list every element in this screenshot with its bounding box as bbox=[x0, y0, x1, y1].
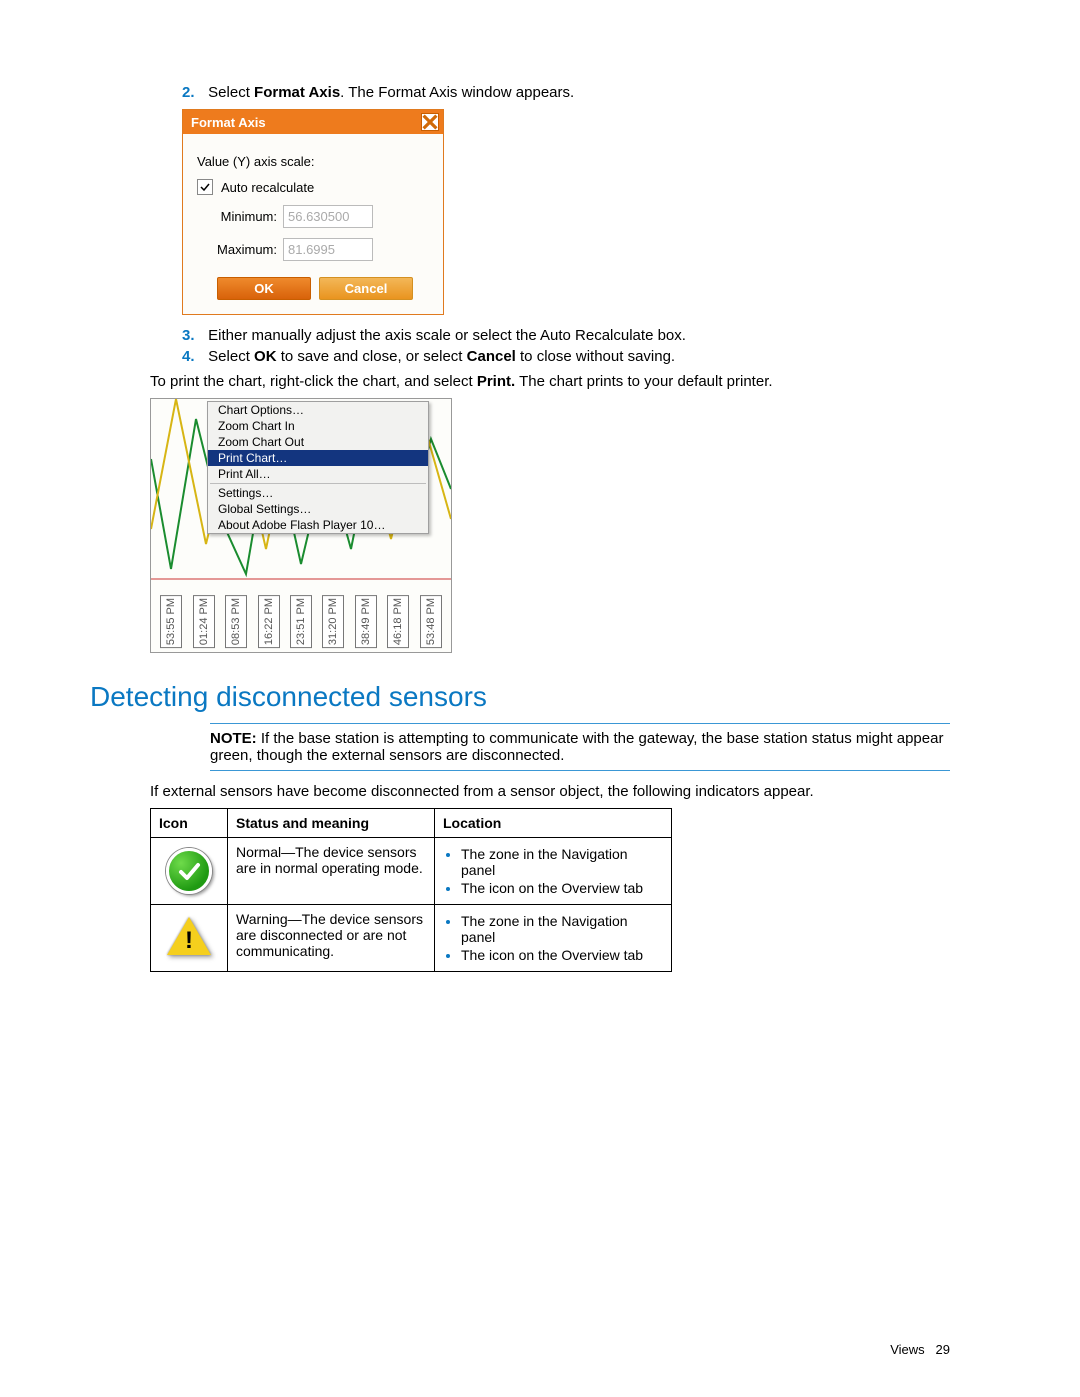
col-icon: Icon bbox=[151, 809, 228, 838]
dialog-titlebar: Format Axis bbox=[183, 110, 443, 134]
step-3: 3. Either manually adjust the axis scale… bbox=[182, 327, 950, 344]
auto-recalc-row[interactable]: Auto recalculate bbox=[197, 179, 433, 195]
menu-settings[interactable]: Settings… bbox=[208, 485, 428, 501]
list-item: The icon on the Overview tab bbox=[461, 947, 663, 963]
note-label: NOTE: bbox=[210, 730, 261, 747]
max-input[interactable] bbox=[283, 238, 373, 261]
page-footer: Views 29 bbox=[890, 1342, 950, 1357]
time-tick: 53:55 PM bbox=[160, 595, 182, 648]
step-text: Either manually adjust the axis scale or… bbox=[208, 327, 686, 344]
step-number: 2. bbox=[182, 84, 204, 101]
min-input[interactable] bbox=[283, 205, 373, 228]
time-tick: 08:53 PM bbox=[225, 595, 247, 648]
ok-button[interactable]: OK bbox=[217, 277, 311, 300]
auto-recalc-label: Auto recalculate bbox=[221, 180, 314, 195]
step-text: Select Format Axis. The Format Axis wind… bbox=[208, 84, 574, 101]
menu-global-settings[interactable]: Global Settings… bbox=[208, 501, 428, 517]
list-item: The zone in the Navigation panel bbox=[461, 913, 663, 945]
footer-page: 29 bbox=[936, 1342, 950, 1357]
time-tick: 38:49 PM bbox=[355, 595, 377, 648]
section-heading: Detecting disconnected sensors bbox=[90, 681, 950, 713]
list-item: The icon on the Overview tab bbox=[461, 880, 663, 896]
max-label: Maximum: bbox=[197, 242, 277, 257]
dialog-body: Value (Y) axis scale: Auto recalculate M… bbox=[183, 134, 443, 314]
step-4: 4. Select OK to save and close, or selec… bbox=[182, 348, 950, 365]
location-cell: The zone in the Navigation panel The ico… bbox=[435, 905, 672, 972]
list-item: The zone in the Navigation panel bbox=[461, 846, 663, 878]
after-note-text: If external sensors have become disconne… bbox=[150, 783, 950, 800]
scale-label: Value (Y) axis scale: bbox=[197, 154, 433, 169]
menu-zoom-in[interactable]: Zoom Chart In bbox=[208, 418, 428, 434]
table-row: ! Warning—The device sensors are disconn… bbox=[151, 905, 672, 972]
cancel-button[interactable]: Cancel bbox=[319, 277, 413, 300]
sensor-status-table: Icon Status and meaning Location Normal—… bbox=[150, 808, 672, 972]
status-text: Normal—The device sensors are in normal … bbox=[228, 838, 435, 905]
time-tick: 23:51 PM bbox=[290, 595, 312, 648]
table-header-row: Icon Status and meaning Location bbox=[151, 809, 672, 838]
doc-page: 2. Select Format Axis. The Format Axis w… bbox=[0, 0, 1080, 1397]
print-instruction: To print the chart, right-click the char… bbox=[150, 373, 950, 390]
context-menu: Chart Options… Zoom Chart In Zoom Chart … bbox=[207, 401, 429, 534]
step-number: 3. bbox=[182, 327, 204, 344]
time-tick: 46:18 PM bbox=[387, 595, 409, 648]
menu-chart-options[interactable]: Chart Options… bbox=[208, 402, 428, 418]
col-location: Location bbox=[435, 809, 672, 838]
status-text: Warning—The device sensors are disconnec… bbox=[228, 905, 435, 972]
chart-time-axis: 53:55 PM 01:24 PM 08:53 PM 16:22 PM 23:5… bbox=[151, 589, 451, 652]
format-axis-dialog: Format Axis Value (Y) axis scale: Auto r… bbox=[182, 109, 444, 315]
menu-zoom-out[interactable]: Zoom Chart Out bbox=[208, 434, 428, 450]
warning-icon: ! bbox=[167, 917, 211, 955]
status-icon-warning: ! bbox=[151, 905, 228, 972]
menu-print-chart[interactable]: Print Chart… bbox=[208, 450, 428, 466]
time-tick: 53:48 PM bbox=[420, 595, 442, 648]
min-label: Minimum: bbox=[197, 209, 277, 224]
step-text: Select OK to save and close, or select C… bbox=[208, 348, 675, 365]
step-number: 4. bbox=[182, 348, 204, 365]
checkmark-icon bbox=[166, 848, 212, 894]
note-box: NOTE: If the base station is attempting … bbox=[210, 723, 950, 771]
status-icon-normal bbox=[151, 838, 228, 905]
menu-about-flash[interactable]: About Adobe Flash Player 10… bbox=[208, 517, 428, 533]
chart-figure: Chart Options… Zoom Chart In Zoom Chart … bbox=[150, 398, 452, 653]
close-icon[interactable] bbox=[421, 113, 439, 131]
footer-section: Views bbox=[890, 1342, 924, 1357]
checkbox-icon[interactable] bbox=[197, 179, 213, 195]
table-row: Normal—The device sensors are in normal … bbox=[151, 838, 672, 905]
col-status: Status and meaning bbox=[228, 809, 435, 838]
time-tick: 31:20 PM bbox=[322, 595, 344, 648]
note-text: If the base station is attempting to com… bbox=[210, 730, 943, 764]
menu-separator bbox=[210, 483, 426, 484]
time-tick: 16:22 PM bbox=[258, 595, 280, 648]
chart-plot-area[interactable]: Chart Options… Zoom Chart In Zoom Chart … bbox=[151, 399, 451, 589]
time-tick: 01:24 PM bbox=[193, 595, 215, 648]
location-cell: The zone in the Navigation panel The ico… bbox=[435, 838, 672, 905]
menu-print-all[interactable]: Print All… bbox=[208, 466, 428, 482]
dialog-title: Format Axis bbox=[191, 115, 266, 130]
step-2: 2. Select Format Axis. The Format Axis w… bbox=[182, 84, 950, 101]
